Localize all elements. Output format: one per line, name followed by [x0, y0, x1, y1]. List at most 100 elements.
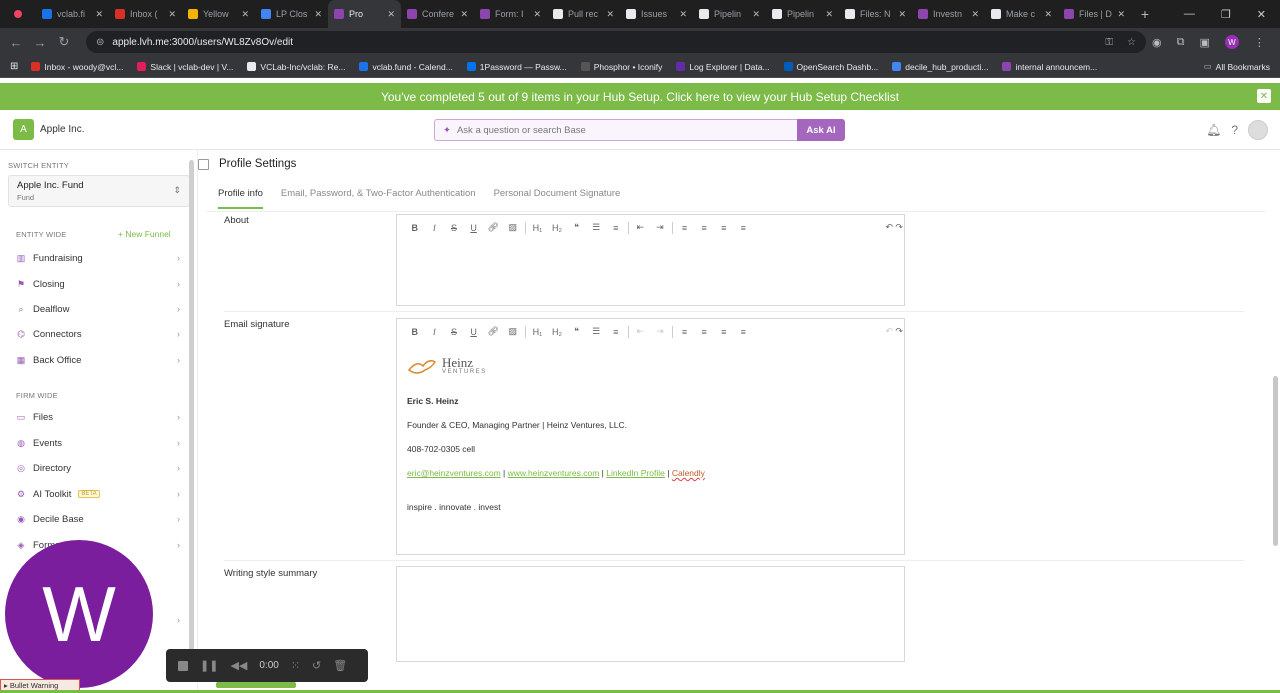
browser-tab[interactable]: Yellow ✕ — [182, 0, 255, 28]
new-tab-button[interactable]: + — [1131, 6, 1159, 22]
browser-tab[interactable]: Issues ✕ — [620, 0, 693, 28]
browser-tab[interactable]: Pipelin ✕ — [766, 0, 839, 28]
browser-menu-icon[interactable]: ⋮ — [1254, 36, 1265, 49]
quote-icon[interactable]: ❝ — [567, 326, 587, 337]
browser-tab[interactable]: Files: N ✕ — [839, 0, 912, 28]
tab-close-icon[interactable]: ✕ — [387, 9, 395, 20]
browser-tab[interactable]: Make c ✕ — [985, 0, 1058, 28]
bookmark-item[interactable]: decile_hub_producti... — [885, 62, 995, 72]
browser-tab[interactable]: Pull rec ✕ — [547, 0, 620, 28]
numbered-list-icon[interactable]: ≡ — [606, 327, 626, 337]
align-left-icon[interactable]: ≡ — [675, 223, 695, 233]
entity-name[interactable]: Apple Inc. — [40, 124, 84, 135]
outdent-icon[interactable]: ⇤ — [631, 326, 651, 337]
rewind-icon[interactable]: ◀◀ — [230, 659, 247, 672]
heading2-icon[interactable]: H₂ — [547, 223, 567, 233]
tab-close-icon[interactable]: ✕ — [752, 9, 760, 20]
browser-tab[interactable]: vclab.fi ✕ — [36, 0, 109, 28]
entity-switcher[interactable]: Apple Inc. Fund Fund ⇕ — [8, 175, 190, 207]
bookmark-item[interactable]: 1Password — Passw... — [460, 62, 574, 72]
close-banner-icon[interactable]: ✕ — [1257, 89, 1271, 103]
url-field[interactable]: ⊜ apple.lvh.me:3000/users/WL8Zv8Ov/edit … — [86, 31, 1146, 53]
bold-icon[interactable]: B — [405, 223, 425, 233]
bookmark-item[interactable]: Slack | vclab-dev | V... — [130, 62, 240, 72]
window-menu-icon[interactable] — [0, 0, 36, 28]
bookmark-star-icon[interactable]: ☆ — [1127, 37, 1136, 48]
profile-avatar[interactable]: W — [1224, 35, 1239, 49]
align-right-icon[interactable]: ≡ — [714, 223, 734, 233]
search-input[interactable]: ✦ Ask a question or search Base — [434, 119, 798, 141]
tab-close-icon[interactable]: ✕ — [1117, 9, 1125, 20]
bookmark-item[interactable]: Inbox - woody@vcl... — [24, 62, 130, 72]
tab-close-icon[interactable]: ✕ — [971, 9, 979, 20]
grid-toggle-icon[interactable]: ⁙ — [291, 659, 300, 672]
ask-ai-button[interactable]: Ask AI — [797, 119, 845, 141]
tab-close-icon[interactable]: ✕ — [241, 9, 249, 20]
entity-avatar[interactable]: A — [13, 119, 34, 140]
align-center-icon[interactable]: ≡ — [694, 223, 714, 233]
tab-close-icon[interactable]: ✕ — [825, 9, 833, 20]
extensions-puzzle-icon[interactable]: ⧉ — [1177, 36, 1185, 49]
indent-icon[interactable]: ⇥ — [650, 222, 670, 233]
undo-icon[interactable]: ↶ — [884, 326, 894, 337]
link-icon[interactable]: 🔗︎ — [483, 326, 503, 337]
outdent-icon[interactable]: ⇤ — [631, 222, 651, 233]
sidebar-item-fundraising[interactable]: ▥ Fundraising › — [8, 248, 180, 268]
underline-icon[interactable]: U — [464, 327, 484, 337]
tab-close-icon[interactable]: ✕ — [460, 9, 468, 20]
signature-content[interactable]: Heinz VENTURES Eric S. Heinz Founder & C… — [397, 344, 904, 536]
browser-tab[interactable]: Files | D ✕ — [1058, 0, 1131, 28]
email-signature-editor[interactable]: B I S U 🔗︎ ▨ H₁ H₂ ❝ ☰ ≡ ⇤ ⇥ ≡ ≡ ≡ ≡ ↶↷ — [396, 318, 905, 555]
hub-setup-banner[interactable]: You've completed 5 out of 9 items in you… — [0, 83, 1280, 110]
undo-icon[interactable]: ↶ — [884, 222, 894, 233]
browser-tab[interactable]: Investn ✕ — [912, 0, 985, 28]
signature-email-link[interactable]: eric@heinzventures.com — [407, 468, 501, 478]
align-center-icon[interactable]: ≡ — [694, 327, 714, 337]
sidebar-item-closing[interactable]: ⚑ Closing › — [8, 274, 180, 294]
strikethrough-icon[interactable]: S — [444, 223, 464, 233]
redo-icon[interactable]: ↷ — [894, 222, 904, 233]
browser-tab[interactable]: Pipelin ✕ — [693, 0, 766, 28]
close-window-icon[interactable]: ✕ — [1257, 8, 1266, 21]
bookmark-item[interactable]: internal announcem... — [995, 62, 1104, 72]
site-info-icon[interactable]: ⊜ — [96, 37, 104, 48]
back-icon[interactable]: ← — [4, 35, 28, 50]
quote-icon[interactable]: ❝ — [567, 222, 587, 233]
minimize-icon[interactable]: ― — [1184, 8, 1195, 21]
bookmark-item[interactable]: Phosphor • Iconify — [574, 62, 670, 72]
bookmark-item[interactable]: Log Explorer | Data... — [669, 62, 776, 72]
heading1-icon[interactable]: H₁ — [528, 223, 548, 233]
about-editor[interactable]: B I S U 🔗︎ ▨ H₁ H₂ ❝ ☰ ≡ ⇤ ⇥ ≡ ≡ ≡ ≡ ↶ ↷ — [396, 214, 905, 306]
tab-close-icon[interactable]: ✕ — [1044, 9, 1052, 20]
forward-icon[interactable]: → — [28, 35, 52, 50]
underline-icon[interactable]: U — [464, 223, 484, 233]
panel-toggle-icon[interactable] — [198, 158, 209, 170]
browser-tab[interactable]: Confere ✕ — [401, 0, 474, 28]
sidebar-item-back-office[interactable]: ▦ Back Office › — [8, 350, 180, 370]
browser-tab[interactable]: Pro ✕ — [328, 0, 401, 28]
strikethrough-icon[interactable]: S — [444, 327, 464, 337]
signature-calendly-link[interactable]: Calendly — [672, 468, 705, 478]
align-justify-icon[interactable]: ≡ — [734, 223, 754, 233]
new-funnel-link[interactable]: + New Funnel — [118, 229, 171, 239]
align-left-icon[interactable]: ≡ — [675, 327, 695, 337]
all-bookmarks-folder[interactable]: ▭ All Bookmarks — [1197, 61, 1280, 72]
sidebar-item-ai-toolkit[interactable]: ⚙ AI Toolkit BETA › — [8, 484, 180, 504]
italic-icon[interactable]: I — [425, 327, 445, 337]
tab-close-icon[interactable]: ✕ — [898, 9, 906, 20]
sidepanel-icon[interactable]: ▣ — [1199, 36, 1209, 49]
save-button-partial[interactable] — [216, 682, 296, 688]
numbered-list-icon[interactable]: ≡ — [606, 223, 626, 233]
tab-close-icon[interactable]: ✕ — [95, 9, 103, 20]
reload-icon[interactable]: ↻ — [52, 34, 76, 50]
apps-grid-icon[interactable]: ⊞ — [10, 61, 18, 72]
pause-icon[interactable]: ❚❚ — [200, 659, 218, 672]
redo-icon[interactable]: ↷ — [894, 326, 904, 337]
browser-tab[interactable]: Inbox (✕ — [109, 0, 182, 28]
main-scrollbar[interactable] — [1273, 376, 1278, 546]
hub-setup-banner-text[interactable]: You've completed 5 out of 9 items in you… — [381, 90, 899, 104]
bookmark-item[interactable]: OpenSearch Dashb... — [777, 62, 886, 72]
sidebar-item-connectors[interactable]: ⌬ Connectors › — [8, 324, 180, 344]
image-icon[interactable]: ▨ — [503, 222, 523, 233]
signature-website-link[interactable]: www.heinzventures.com — [508, 468, 600, 478]
